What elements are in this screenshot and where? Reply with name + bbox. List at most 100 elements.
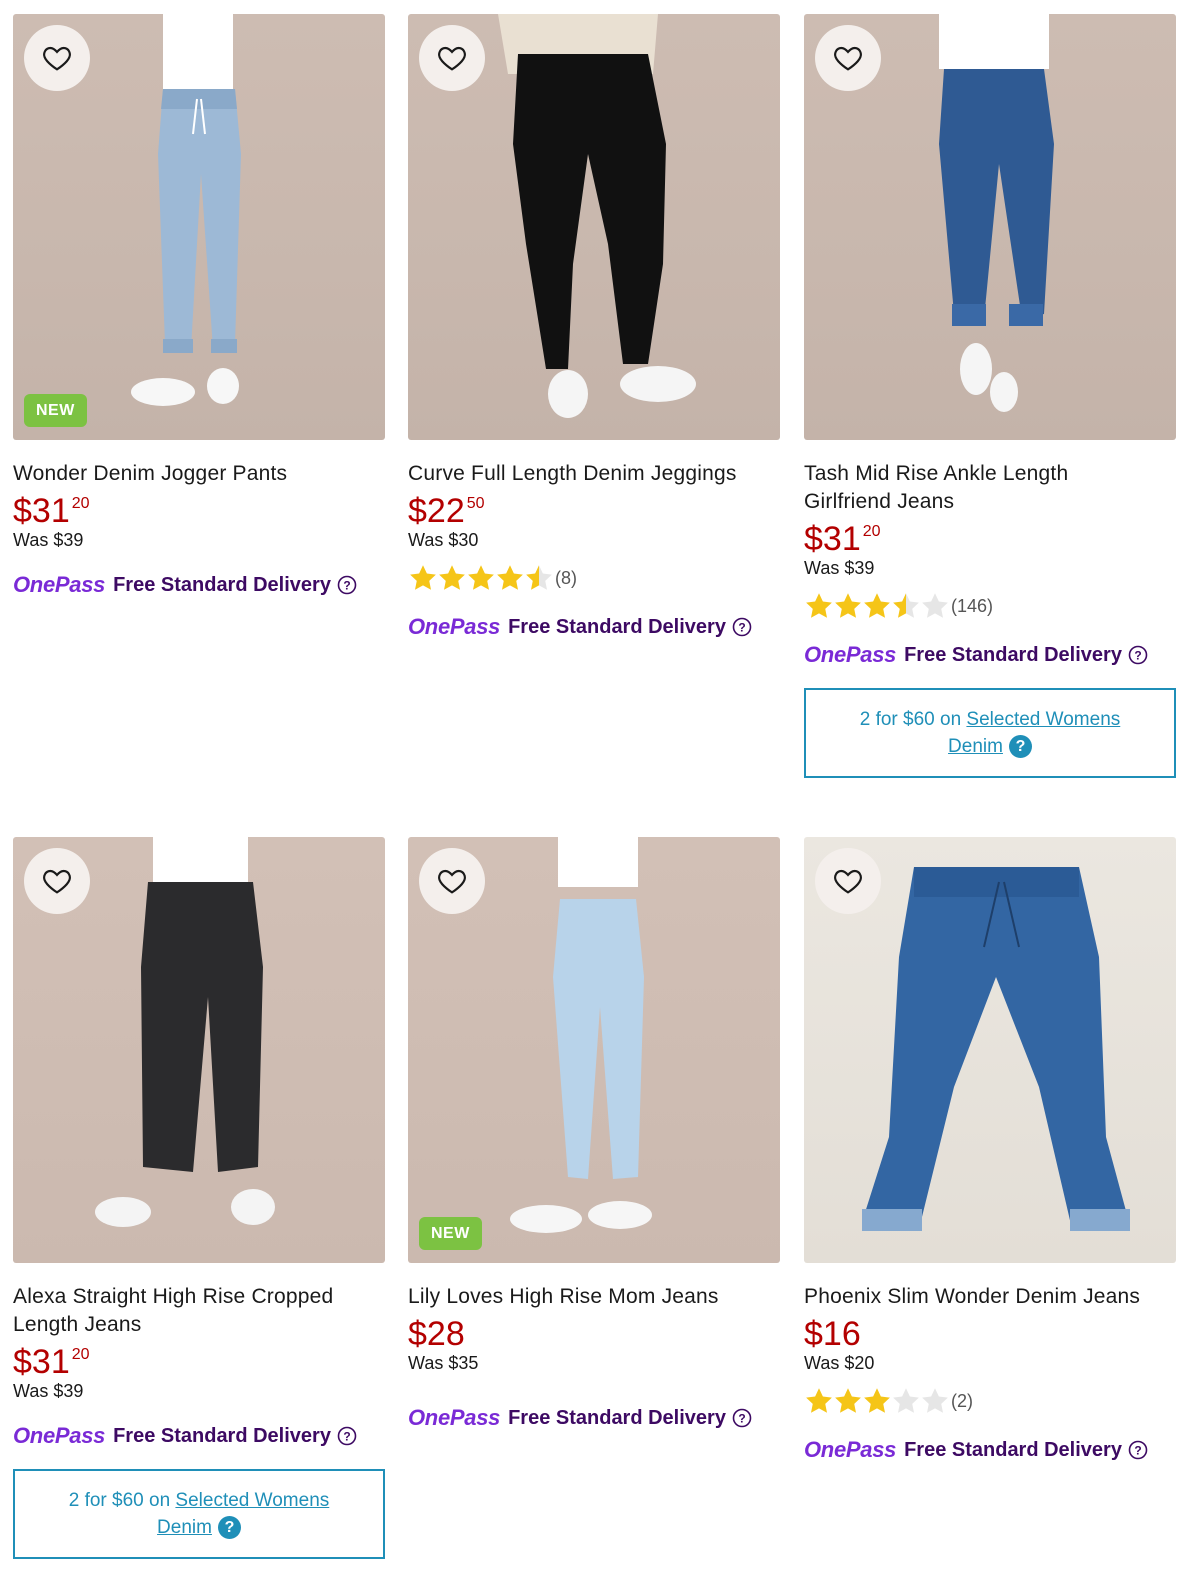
star-icon [806,593,832,618]
price-cents: 20 [71,495,90,512]
star-icon [835,593,861,618]
star-icon [497,565,523,590]
was-price: Was $30 [408,530,479,550]
svg-text:?: ? [1134,649,1141,663]
product-card[interactable]: Alexa Straight High Rise Cropped Length … [13,837,385,1559]
favourite-button[interactable] [419,25,485,91]
price-cents: 50 [466,495,485,512]
product-card[interactable]: NEW Wonder Denim Jogger Pants $31 20 Was… [13,14,385,600]
review-count[interactable]: (146) [951,596,993,617]
product-title[interactable]: Phoenix Slim Wonder Denim Jeans [804,1283,1176,1311]
review-count[interactable]: (8) [555,568,577,589]
product-image[interactable] [13,837,385,1263]
product-image[interactable]: NEW [408,837,780,1263]
question-circle-icon[interactable]: ? [337,575,357,595]
promo-link[interactable]: Selected Womens Denim [948,709,1120,757]
star-rating[interactable]: (2) [804,1385,1176,1417]
review-count[interactable]: (2) [951,1391,973,1412]
star-icon [835,1388,861,1413]
price-dollars: $28 [408,1315,465,1353]
favourite-button[interactable] [815,25,881,91]
svg-text:?: ? [1134,1444,1141,1458]
price-cents: 20 [71,1346,90,1363]
heart-outline-icon [438,46,466,71]
star-icon [922,1388,948,1413]
onepass-delivery: OnePass Free Standard Delivery ? [13,1421,385,1451]
favourite-button[interactable] [24,25,90,91]
favourite-button[interactable] [24,848,90,914]
onepass-delivery: OnePass Free Standard Delivery ? [408,612,780,642]
product-grid: NEW Wonder Denim Jogger Pants $31 20 Was… [0,0,1200,1582]
stars [804,591,949,621]
star-icon [864,1388,890,1413]
was-price: Was $35 [408,1353,479,1373]
product-image[interactable]: NEW [13,14,385,440]
svg-text:?: ? [343,1430,350,1444]
promo-text: 2 for $60 on [859,709,962,730]
product-title[interactable]: Curve Full Length Denim Jeggings [408,460,780,488]
delivery-label: Free Standard Delivery [508,1406,726,1429]
product-card[interactable]: Tash Mid Rise Ankle Length Girlfriend Je… [804,14,1176,778]
onepass-delivery: OnePass Free Standard Delivery ? [13,570,385,600]
question-circle-icon[interactable]: ? [337,1426,357,1446]
star-rating[interactable]: (146) [804,590,1176,622]
onepass-logo: OnePass [804,1437,897,1462]
favourite-button[interactable] [419,848,485,914]
promo-box: 2 for $60 on Selected Womens Denim? [13,1469,385,1559]
heart-outline-icon [834,869,862,894]
onepass-delivery: OnePass Free Standard Delivery ? [804,1435,1176,1465]
product-title[interactable]: Lily Loves High Rise Mom Jeans [408,1283,780,1311]
product-price: $22 50 [408,494,780,528]
product-price: $28 [408,1317,780,1351]
price-cents: 20 [862,523,881,540]
onepass-logo: OnePass [408,1405,501,1430]
product-title[interactable]: Tash Mid Rise Ankle Length Girlfriend Je… [804,460,1104,516]
product-price: $31 20 [13,494,385,528]
delivery-label: Free Standard Delivery [508,615,726,638]
onepass-logo: OnePass [13,1423,106,1448]
svg-text:?: ? [343,579,350,593]
star-icon [864,593,890,618]
question-circle-icon[interactable]: ? [1128,1440,1148,1460]
onepass-logo: OnePass [804,642,897,667]
product-card[interactable]: Curve Full Length Denim Jeggings $22 50 … [408,14,780,642]
was-price: Was $20 [804,1353,875,1373]
price-dollars: $22 [408,492,465,530]
promo-text: 2 for $60 on [68,1490,171,1511]
product-title[interactable]: Wonder Denim Jogger Pants [13,460,385,488]
new-badge: NEW [24,394,87,427]
favourite-button[interactable] [815,848,881,914]
question-icon[interactable]: ? [1008,735,1032,759]
was-price: Was $39 [13,530,84,550]
heart-outline-icon [43,46,71,71]
onepass-delivery: OnePass Free Standard Delivery ? [408,1403,780,1433]
product-title[interactable]: Alexa Straight High Rise Cropped Length … [13,1283,358,1339]
price-dollars: $31 [13,1343,70,1381]
product-image[interactable] [408,14,780,440]
product-card[interactable]: Phoenix Slim Wonder Denim Jeans $16 Was … [804,837,1176,1465]
was-price: Was $39 [804,558,875,578]
question-circle-icon[interactable]: ? [1128,645,1148,665]
star-icon [893,593,919,618]
star-icon [410,565,436,590]
star-icon [526,565,552,590]
onepass-delivery: OnePass Free Standard Delivery ? [804,640,1176,670]
product-price: $31 20 [804,522,1176,556]
price-dollars: $16 [804,1315,861,1353]
new-badge: NEW [419,1217,482,1250]
promo-link[interactable]: Selected Womens Denim [157,1490,329,1538]
question-circle-icon[interactable]: ? [732,617,752,637]
price-dollars: $31 [13,492,70,530]
product-image[interactable] [804,837,1176,1263]
star-rating[interactable]: (8) [408,562,780,594]
price-dollars: $31 [804,520,861,558]
star-icon [922,593,948,618]
product-card[interactable]: NEW Lily Loves High Rise Mom Jeans $28 W… [408,837,780,1433]
question-circle-icon[interactable]: ? [732,1408,752,1428]
product-image[interactable] [804,14,1176,440]
star-icon [439,565,465,590]
delivery-label: Free Standard Delivery [113,573,331,596]
question-icon[interactable]: ? [217,1516,241,1540]
onepass-logo: OnePass [408,614,501,639]
promo-box: 2 for $60 on Selected Womens Denim? [804,688,1176,778]
